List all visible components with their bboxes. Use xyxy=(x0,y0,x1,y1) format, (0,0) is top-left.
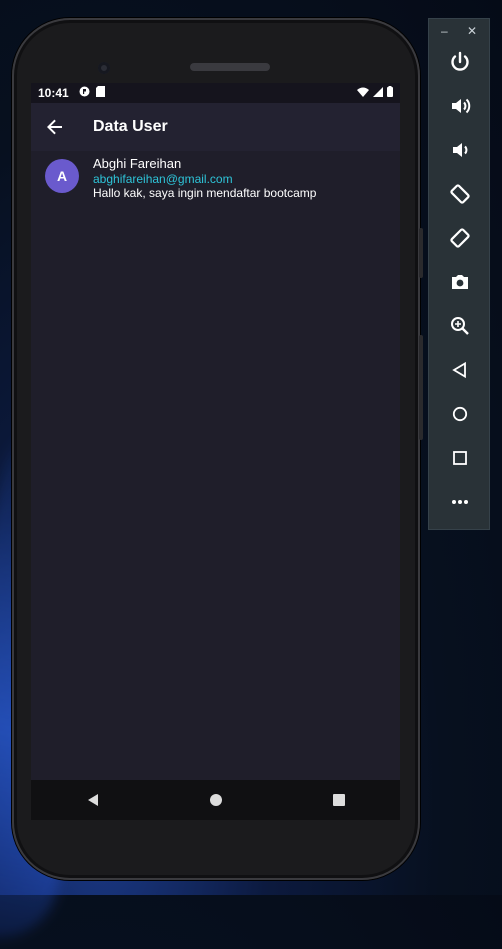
page-title: Data User xyxy=(93,118,168,135)
notification-app-icon xyxy=(79,86,90,100)
rotate-right-button[interactable] xyxy=(429,216,491,260)
minimize-button[interactable]: – xyxy=(441,24,448,40)
back-outline-icon xyxy=(452,361,466,379)
emu-home-button[interactable] xyxy=(429,392,491,436)
recents-square-icon xyxy=(332,794,345,806)
emulator-toolbar: – ✕ xyxy=(428,18,490,530)
emu-overview-button[interactable] xyxy=(429,436,491,480)
screenshot-button[interactable] xyxy=(429,260,491,304)
overview-outline-icon xyxy=(453,451,467,465)
nav-recents-button[interactable] xyxy=(327,788,351,812)
arrow-back-icon xyxy=(47,119,62,135)
user-message: Hallo kak, saya ingin mendaftar bootcamp xyxy=(93,186,317,200)
back-button[interactable] xyxy=(31,103,79,151)
emu-back-button[interactable] xyxy=(429,348,491,392)
avatar: A xyxy=(45,159,79,193)
volume-up-icon xyxy=(452,98,471,114)
home-outline-icon xyxy=(452,406,468,422)
status-bar: 10:41 xyxy=(31,83,400,103)
user-name: Abghi Fareihan xyxy=(93,156,182,171)
wifi-icon xyxy=(357,86,369,100)
home-circle-icon xyxy=(209,794,222,806)
signal-icon xyxy=(373,86,383,100)
zoom-button[interactable] xyxy=(429,304,491,348)
rotate-left-icon xyxy=(450,184,470,204)
sd-card-icon xyxy=(95,86,105,100)
user-details: Abghi Fareihan abghifareihan@gmail.com H… xyxy=(93,156,317,201)
front-camera xyxy=(98,62,110,74)
more-horizontal-icon xyxy=(452,500,468,504)
nav-back-button[interactable] xyxy=(81,788,105,812)
user-list-item[interactable]: A Abghi Fareihan abghifareihan@gmail.com… xyxy=(31,151,400,206)
rotate-right-icon xyxy=(450,228,470,248)
power-hardware-button[interactable] xyxy=(419,228,423,278)
close-button[interactable]: ✕ xyxy=(467,24,477,40)
zoom-in-icon xyxy=(451,317,469,335)
device-screen: 10:41 Data User A Abghi Fareihan abghifa… xyxy=(31,83,400,780)
rotate-left-button[interactable] xyxy=(429,172,491,216)
app-bar: Data User xyxy=(31,103,400,151)
battery-icon xyxy=(387,86,393,100)
volume-down-button[interactable] xyxy=(429,128,491,172)
power-button[interactable] xyxy=(429,40,491,84)
volume-down-icon xyxy=(453,143,468,157)
power-icon xyxy=(451,51,469,71)
earpiece-speaker xyxy=(190,63,270,71)
status-time: 10:41 xyxy=(38,86,69,100)
more-button[interactable] xyxy=(429,480,491,524)
volume-up-button[interactable] xyxy=(429,84,491,128)
camera-icon xyxy=(452,275,468,289)
system-nav-bar xyxy=(31,780,400,820)
back-triangle-icon xyxy=(87,794,98,806)
user-email: abghifareihan@gmail.com xyxy=(93,172,233,186)
nav-home-button[interactable] xyxy=(204,788,228,812)
volume-hardware-button[interactable] xyxy=(419,335,423,440)
